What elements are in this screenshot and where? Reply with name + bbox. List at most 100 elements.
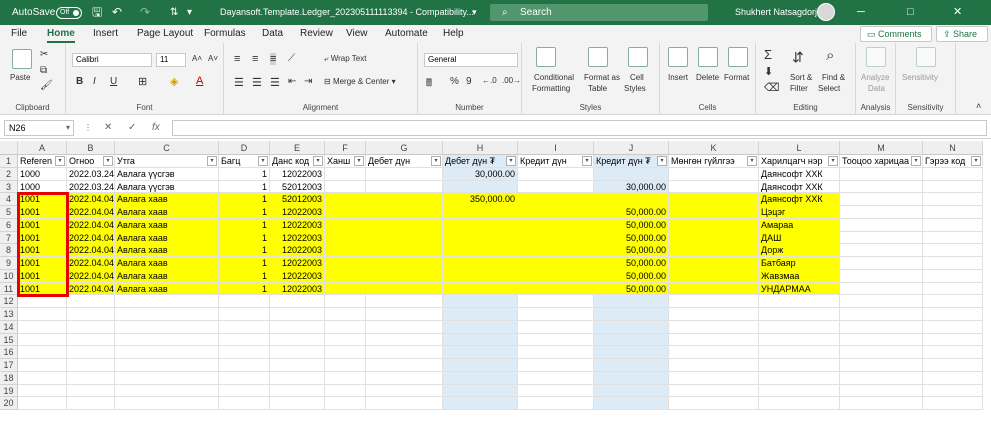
- table-cell[interactable]: 1001: [18, 218, 67, 232]
- table-cell[interactable]: 50,000.00: [594, 282, 669, 296]
- table-cell[interactable]: 2022.04.04: [67, 244, 115, 257]
- table-cell[interactable]: [840, 193, 923, 206]
- table-cell[interactable]: [840, 397, 923, 410]
- filter-dropdown-icon[interactable]: ▾: [313, 156, 323, 166]
- sensitivity-icon[interactable]: [916, 47, 936, 67]
- restore-icon[interactable]: □: [907, 0, 914, 25]
- table-cell[interactable]: [669, 257, 759, 270]
- row-header[interactable]: 12: [0, 295, 18, 308]
- table-cell[interactable]: [270, 346, 325, 359]
- table-cell[interactable]: [366, 371, 443, 385]
- table-cell[interactable]: [518, 180, 594, 194]
- table-cell[interactable]: [67, 384, 115, 398]
- table-cell[interactable]: [669, 333, 759, 347]
- table-cell[interactable]: Цэцэг: [759, 206, 840, 219]
- table-cell[interactable]: [923, 346, 983, 359]
- tab-view[interactable]: View: [346, 25, 368, 43]
- table-cell[interactable]: ДАШ: [759, 231, 840, 245]
- paste-icon[interactable]: [12, 49, 32, 69]
- table-cell[interactable]: [669, 282, 759, 296]
- header-cell[interactable]: Харилцагч нэр ▾: [759, 155, 840, 168]
- table-cell[interactable]: 12022003: [270, 167, 325, 181]
- insert-cells-button[interactable]: Insert: [668, 73, 688, 82]
- header-cell[interactable]: Дебет дүн ▾: [366, 155, 443, 168]
- table-cell[interactable]: [923, 295, 983, 308]
- header-cell[interactable]: Утга ▾: [115, 155, 219, 168]
- table-cell[interactable]: [669, 206, 759, 219]
- header-cell[interactable]: Кредит дүн ₮ ▾: [594, 155, 669, 168]
- table-cell[interactable]: [325, 320, 366, 334]
- insert-cells-icon[interactable]: [668, 47, 688, 67]
- row-header[interactable]: 20: [0, 397, 18, 410]
- fill-icon[interactable]: ⬇: [764, 65, 773, 78]
- table-cell[interactable]: [366, 180, 443, 194]
- autosave-toggle[interactable]: Off: [56, 7, 82, 19]
- select-all-corner[interactable]: [0, 141, 18, 155]
- filter-dropdown-icon[interactable]: ▾: [506, 156, 516, 166]
- table-cell[interactable]: [270, 320, 325, 334]
- table-cell[interactable]: [270, 371, 325, 385]
- table-cell[interactable]: [518, 282, 594, 296]
- share-button[interactable]: ⇪ Share: [936, 26, 988, 42]
- table-cell[interactable]: [669, 269, 759, 283]
- find-select-label-2[interactable]: Select: [818, 84, 840, 93]
- table-cell[interactable]: 2022.04.04: [67, 218, 115, 232]
- table-cell[interactable]: [443, 218, 518, 232]
- format-as-table-icon[interactable]: [588, 47, 608, 67]
- table-cell[interactable]: [18, 384, 67, 398]
- filter-dropdown-icon[interactable]: ▾: [657, 156, 667, 166]
- enter-icon[interactable]: ✓: [128, 120, 136, 136]
- table-cell[interactable]: [923, 359, 983, 372]
- table-cell[interactable]: Авлага хаав: [115, 257, 219, 270]
- italic-button[interactable]: I: [93, 76, 96, 87]
- table-cell[interactable]: [518, 333, 594, 347]
- table-cell[interactable]: [67, 397, 115, 410]
- column-header-n[interactable]: N: [923, 141, 983, 155]
- table-cell[interactable]: [759, 295, 840, 308]
- fill-color-icon[interactable]: ◈: [170, 75, 178, 88]
- copy-icon[interactable]: ⧉: [40, 65, 47, 76]
- table-cell[interactable]: [594, 384, 669, 398]
- comma-style-icon[interactable]: 9: [466, 76, 472, 87]
- table-cell[interactable]: [923, 320, 983, 334]
- table-cell[interactable]: Авлага хаав: [115, 282, 219, 296]
- table-cell[interactable]: [840, 359, 923, 372]
- table-cell[interactable]: [115, 308, 219, 321]
- table-cell[interactable]: 50,000.00: [594, 218, 669, 232]
- column-header-a[interactable]: A: [18, 141, 67, 155]
- table-cell[interactable]: [923, 333, 983, 347]
- spreadsheet-grid[interactable]: A B C D E F G H I J K L M N 1 Referen ▾ Огноо ▾ Утга ▾ Багц ▾ Д…: [0, 141, 991, 423]
- table-cell[interactable]: [18, 333, 67, 347]
- table-cell[interactable]: [923, 371, 983, 385]
- table-cell[interactable]: [325, 167, 366, 181]
- wrap-text-button[interactable]: ⤶ Wrap Text: [324, 54, 366, 64]
- table-cell[interactable]: [366, 257, 443, 270]
- name-box[interactable]: N26: [4, 120, 74, 136]
- table-cell[interactable]: [270, 308, 325, 321]
- table-cell[interactable]: [759, 346, 840, 359]
- table-cell[interactable]: [325, 397, 366, 410]
- table-cell[interactable]: [67, 308, 115, 321]
- table-cell[interactable]: 1001: [18, 193, 67, 206]
- header-cell[interactable]: Огноо ▾: [67, 155, 115, 168]
- table-cell[interactable]: [443, 397, 518, 410]
- table-cell[interactable]: 1: [219, 218, 270, 232]
- avatar[interactable]: [817, 3, 835, 21]
- minimize-icon[interactable]: ─: [857, 0, 865, 25]
- filter-dropdown-icon[interactable]: ▾: [207, 156, 217, 166]
- table-cell[interactable]: [518, 359, 594, 372]
- table-cell[interactable]: 1000: [18, 167, 67, 181]
- table-cell[interactable]: [67, 371, 115, 385]
- table-cell[interactable]: [759, 333, 840, 347]
- underline-button[interactable]: U: [110, 76, 117, 87]
- tab-data[interactable]: Data: [262, 25, 283, 43]
- undo-icon[interactable]: ↶: [112, 0, 122, 25]
- clear-icon[interactable]: ⌫: [764, 81, 780, 94]
- table-cell[interactable]: [18, 320, 67, 334]
- table-cell[interactable]: [325, 231, 366, 245]
- table-cell[interactable]: [594, 359, 669, 372]
- font-size-select[interactable]: 11: [156, 53, 186, 67]
- table-cell[interactable]: Даянсофт ХХК: [759, 167, 840, 181]
- filter-dropdown-icon[interactable]: ▾: [828, 156, 838, 166]
- column-header-m[interactable]: M: [840, 141, 923, 155]
